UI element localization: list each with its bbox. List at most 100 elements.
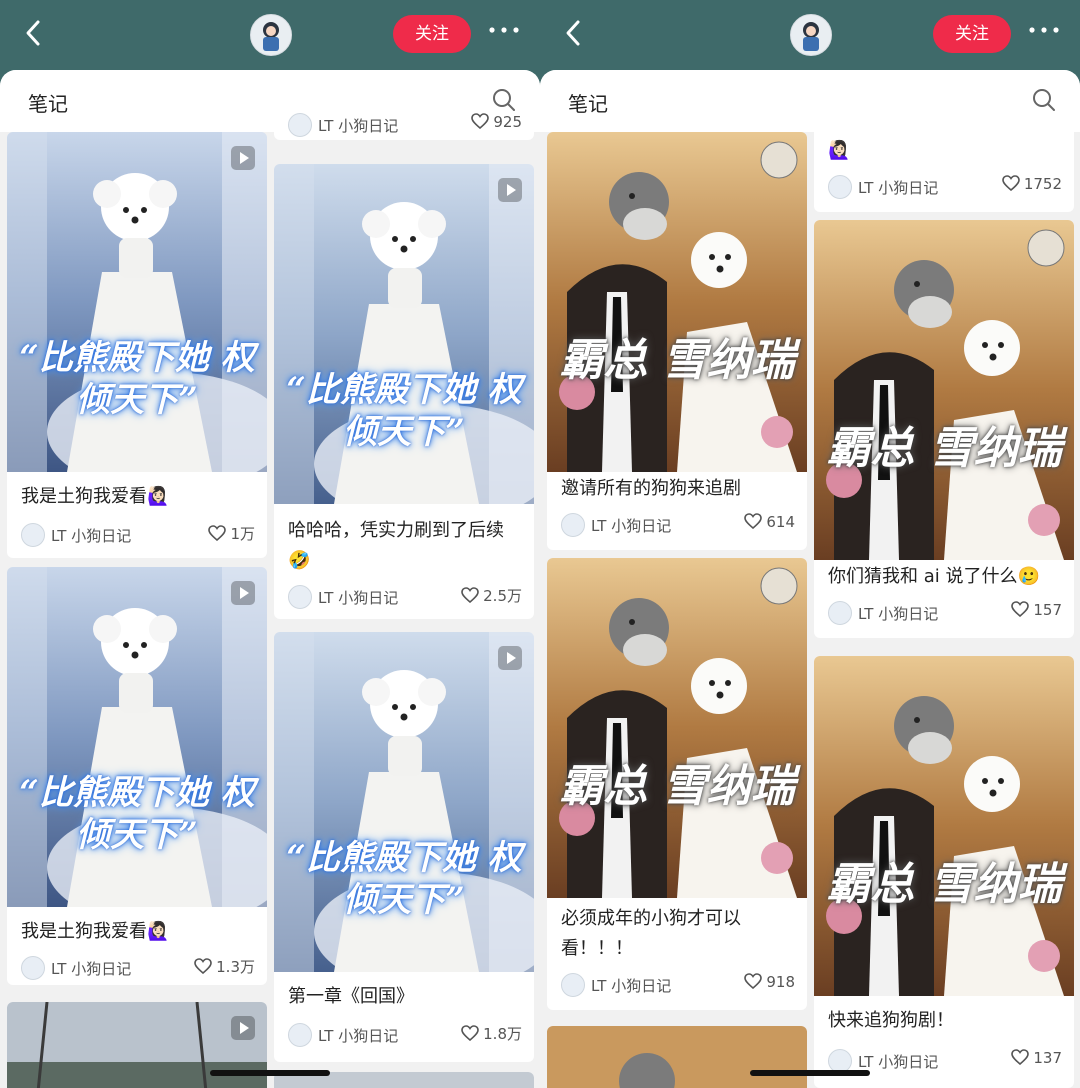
note-thumbnail[interactable]: “比熊殿下她 权倾天下” — [274, 164, 534, 504]
home-indicator[interactable] — [210, 1070, 330, 1076]
notes-feed: 🙋🏻‍♀️ LT 小狗日记 1752 — [540, 132, 1080, 1088]
list-item[interactable]: LT 小狗日记 925 — [274, 112, 534, 140]
tab-bar: 笔记 — [540, 70, 1080, 132]
note-card[interactable]: 霸总 雪纳瑞 邀请所有的狗狗来追剧 LT 小狗日记 614 — [547, 132, 807, 550]
search-icon[interactable] — [1032, 88, 1056, 112]
home-indicator[interactable] — [750, 1070, 870, 1076]
author-avatar — [21, 523, 45, 547]
like-count[interactable]: 1.8万 — [461, 1023, 522, 1044]
author-avatar — [828, 175, 852, 199]
author-name: LT 小狗日记 — [318, 117, 399, 135]
note-title: 你们猜我和 ai 说了什么🥲 — [828, 566, 1040, 587]
video-play-icon — [498, 646, 522, 670]
card-meta: LT 小狗日记 1.3万 — [21, 955, 255, 981]
note-thumbnail[interactable] — [547, 1026, 807, 1088]
follow-button[interactable]: 关注 — [933, 15, 1011, 53]
like-count[interactable]: 137 — [1011, 1049, 1062, 1067]
heart-icon — [461, 1025, 479, 1041]
author-name: LT 小狗日记 — [51, 527, 132, 545]
like-count[interactable]: 157 — [1011, 601, 1062, 619]
note-card[interactable]: “比熊殿下她 权倾天下” 第一章《回国》 LT 小狗日记 1.8万 — [274, 632, 534, 1062]
note-title: 第一章《回国》 — [288, 986, 414, 1007]
thumbnail-caption: 霸总 雪纳瑞 — [826, 423, 1062, 474]
chevron-left-icon[interactable] — [22, 18, 44, 48]
follow-button[interactable]: 关注 — [393, 15, 471, 53]
top-bar: 关注 — [0, 0, 540, 70]
search-icon[interactable] — [492, 88, 516, 112]
author-name: LT 小狗日记 — [858, 605, 939, 623]
like-count[interactable]: 1752 — [1002, 175, 1062, 193]
note-card[interactable]: “比熊殿下她 权倾天下” 我是土狗我爱看🙋🏻‍♀️ LT 小狗日记 1万 — [7, 132, 267, 558]
heart-icon — [471, 113, 490, 129]
heart-icon — [1011, 1049, 1030, 1065]
video-play-icon — [498, 178, 522, 202]
note-title: 邀请所有的狗狗来追剧 — [561, 478, 741, 499]
note-thumbnail[interactable]: “比熊殿下她 权倾天下” — [274, 632, 534, 972]
note-card[interactable]: “比熊殿下她 权倾天下” 哈哈哈，凭实力刷到了后续🤣 LT 小狗日记 2.5万 — [274, 164, 534, 619]
like-count[interactable]: 1万 — [208, 523, 255, 544]
note-thumbnail[interactable]: “比熊殿下她 权倾天下” — [7, 567, 267, 907]
more-dots-icon[interactable] — [487, 20, 521, 40]
heart-icon — [744, 513, 763, 529]
tab-notes[interactable]: 笔记 — [28, 88, 68, 117]
heart-icon — [1011, 601, 1030, 617]
note-card[interactable]: “比熊殿下她 权倾天下” 我是土狗我爱看🙋🏻‍♀️ LT 小狗日记 1.3万 — [7, 567, 267, 985]
video-play-icon — [231, 1016, 255, 1040]
card-meta: LT 小狗日记 1万 — [21, 522, 255, 548]
heart-icon — [744, 973, 763, 989]
profile-panel-right: 关注 笔记 🙋🏻‍♀️ LT 小狗日记 1752 — [540, 0, 1080, 1088]
author-name: LT 小狗日记 — [51, 960, 132, 978]
note-title: 必须成年的小狗才可以看！！！ — [561, 908, 741, 959]
note-card[interactable]: 霸总 雪纳瑞 你们猜我和 ai 说了什么🥲 LT 小狗日记 157 — [814, 220, 1074, 638]
note-title: 快来追狗狗剧！ — [828, 1010, 954, 1031]
note-thumbnail[interactable]: “比熊殿下她 权倾天下” — [7, 132, 267, 472]
like-count[interactable]: 614 — [744, 513, 795, 531]
note-thumbnail[interactable]: 霸总 雪纳瑞 — [814, 220, 1074, 560]
card-meta: LT 小狗日记 918 — [561, 972, 795, 998]
heart-icon — [208, 525, 227, 541]
author-avatar — [561, 973, 585, 997]
note-card[interactable] — [547, 1026, 807, 1088]
note-card[interactable]: 霸总 雪纳瑞 快来追狗狗剧！ LT 小狗日记 137 — [814, 656, 1074, 1088]
card-meta: LT 小狗日记 2.5万 — [288, 584, 522, 610]
note-title: 🙋🏻‍♀️ — [828, 140, 851, 161]
avatar[interactable] — [790, 14, 832, 56]
avatar[interactable] — [250, 14, 292, 56]
heart-icon — [461, 587, 479, 603]
thumbnail-caption: “比熊殿下她 权倾天下” — [19, 338, 255, 420]
card-meta: LT 小狗日记 157 — [828, 600, 1062, 626]
thumbnail-caption: 霸总 雪纳瑞 — [826, 859, 1062, 910]
profile-panel-left: 关注 笔记 LT 小狗日记 925 “比熊殿下她 权倾天下” 我是土狗我爱看🙋🏻… — [0, 0, 540, 1088]
author-avatar — [288, 1023, 312, 1047]
like-count[interactable]: 2.5万 — [461, 585, 522, 606]
chevron-left-icon[interactable] — [562, 18, 584, 48]
video-play-icon — [231, 146, 255, 170]
note-thumbnail[interactable]: 霸总 雪纳瑞 — [814, 656, 1074, 996]
card-meta: LT 小狗日记 925 — [288, 112, 522, 138]
author-avatar — [288, 585, 312, 609]
note-thumbnail[interactable]: 霸总 雪纳瑞 — [547, 558, 807, 898]
heart-icon — [1002, 175, 1020, 191]
more-dots-icon[interactable] — [1027, 20, 1061, 40]
list-item[interactable]: 🙋🏻‍♀️ LT 小狗日记 1752 — [814, 132, 1074, 212]
author-avatar — [561, 513, 585, 537]
author-name: LT 小狗日记 — [591, 977, 672, 995]
note-card[interactable]: 霸总 雪纳瑞 必须成年的小狗才可以看！！！ LT 小狗日记 918 — [547, 558, 807, 1010]
author-name: LT 小狗日记 — [318, 589, 399, 607]
like-count[interactable]: 1.3万 — [194, 956, 255, 977]
card-meta: LT 小狗日记 614 — [561, 512, 795, 538]
note-title: 我是土狗我爱看🙋🏻‍♀️ — [21, 921, 170, 942]
card-meta: LT 小狗日记 1752 — [828, 174, 1062, 200]
note-title: 哈哈哈，凭实力刷到了后续🤣 — [288, 520, 504, 571]
like-count[interactable]: 918 — [744, 973, 795, 991]
author-name: LT 小狗日记 — [318, 1027, 399, 1045]
content-sheet: 笔记 🙋🏻‍♀️ LT 小狗日记 1752 — [540, 70, 1080, 1088]
like-count[interactable]: 925 — [471, 113, 522, 131]
tab-notes[interactable]: 笔记 — [568, 88, 608, 117]
author-name: LT 小狗日记 — [591, 517, 672, 535]
content-sheet: 笔记 LT 小狗日记 925 — [0, 70, 540, 1088]
thumbnail-caption: “比熊殿下她 权倾天下” — [19, 773, 255, 855]
author-avatar — [828, 601, 852, 625]
note-thumbnail[interactable]: 霸总 雪纳瑞 — [547, 132, 807, 472]
author-name: LT 小狗日记 — [858, 179, 939, 197]
